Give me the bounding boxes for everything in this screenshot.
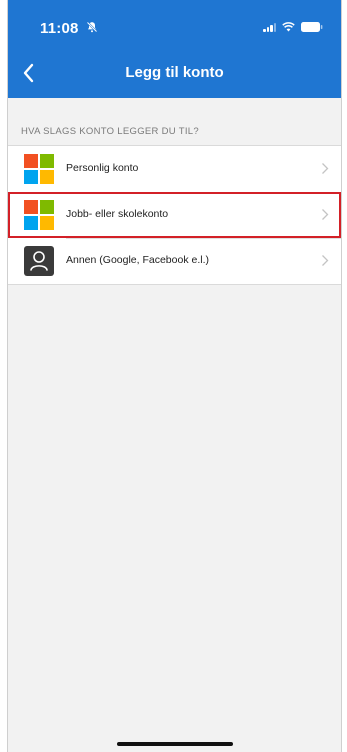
microsoft-logo-icon <box>24 154 54 184</box>
account-option-label: Annen (Google, Facebook e.l.) <box>66 254 210 266</box>
app-header: 11:08 Legg til konto <box>8 0 341 98</box>
status-time: 11:08 <box>40 20 79 37</box>
bell-slash-icon <box>86 21 98 33</box>
signal-icon <box>263 22 276 32</box>
person-icon <box>24 246 54 276</box>
battery-icon <box>301 22 323 32</box>
microsoft-logo-icon <box>24 200 54 230</box>
status-icons <box>263 22 323 32</box>
account-type-list: Personlig konto Jobb- eller skolekonto A… <box>8 145 341 285</box>
account-option-label: Jobb- eller skolekonto <box>66 208 169 220</box>
home-indicator[interactable] <box>116 742 233 746</box>
chevron-right-icon <box>322 209 329 220</box>
page-title: Legg til konto <box>125 64 224 81</box>
section-heading: HVA SLAGS KONTO LEGGER DU TIL? <box>21 126 199 137</box>
app-frame: 11:08 Legg til konto HVA SLAGS KONTO LEG… <box>7 0 342 752</box>
account-option-work-school[interactable]: Jobb- eller skolekonto <box>8 192 341 238</box>
account-option-personal[interactable]: Personlig konto <box>8 146 341 192</box>
account-option-label: Personlig konto <box>66 162 139 174</box>
chevron-right-icon <box>322 163 329 174</box>
wifi-icon <box>282 22 295 32</box>
phone-screen: 11:08 Legg til konto HVA SLAGS KONTO LEG… <box>0 0 347 752</box>
account-option-other[interactable]: Annen (Google, Facebook e.l.) <box>8 238 341 284</box>
chevron-right-icon <box>322 255 329 266</box>
